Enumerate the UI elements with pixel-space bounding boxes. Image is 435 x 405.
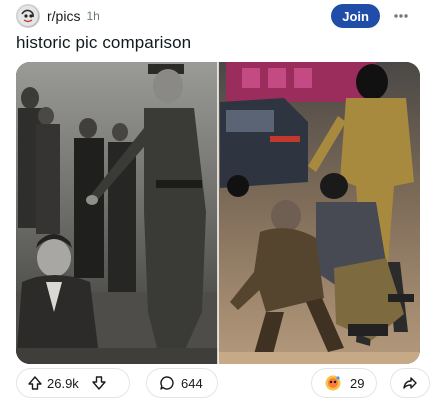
post-title[interactable]: historic pic comparison bbox=[16, 33, 191, 53]
comment-icon bbox=[159, 375, 175, 391]
subreddit-avatar-icon[interactable] bbox=[16, 4, 40, 28]
comment-count: 644 bbox=[181, 375, 203, 391]
downvote-icon[interactable] bbox=[91, 375, 107, 391]
comments-button[interactable]: 644 bbox=[146, 368, 218, 398]
post-header: r/pics 1h Join bbox=[16, 4, 425, 28]
vote-bar: 26.9k bbox=[16, 368, 130, 398]
award-icon bbox=[324, 374, 342, 392]
upvote-count: 26.9k bbox=[47, 375, 79, 391]
upvote-icon[interactable] bbox=[27, 375, 43, 391]
post-image[interactable] bbox=[16, 62, 420, 364]
join-button[interactable]: Join bbox=[331, 4, 380, 28]
post-actions: 26.9k 644 29 bbox=[16, 368, 430, 400]
historic-photo-panel bbox=[16, 62, 218, 364]
more-options-icon[interactable] bbox=[391, 6, 411, 26]
share-button[interactable] bbox=[390, 368, 430, 398]
share-icon bbox=[402, 375, 418, 391]
award-button[interactable]: 29 bbox=[311, 368, 377, 398]
modern-photo-panel bbox=[218, 62, 420, 364]
award-count: 29 bbox=[350, 375, 365, 391]
post-time: 1h bbox=[86, 9, 100, 23]
subreddit-name[interactable]: r/pics bbox=[47, 8, 80, 24]
